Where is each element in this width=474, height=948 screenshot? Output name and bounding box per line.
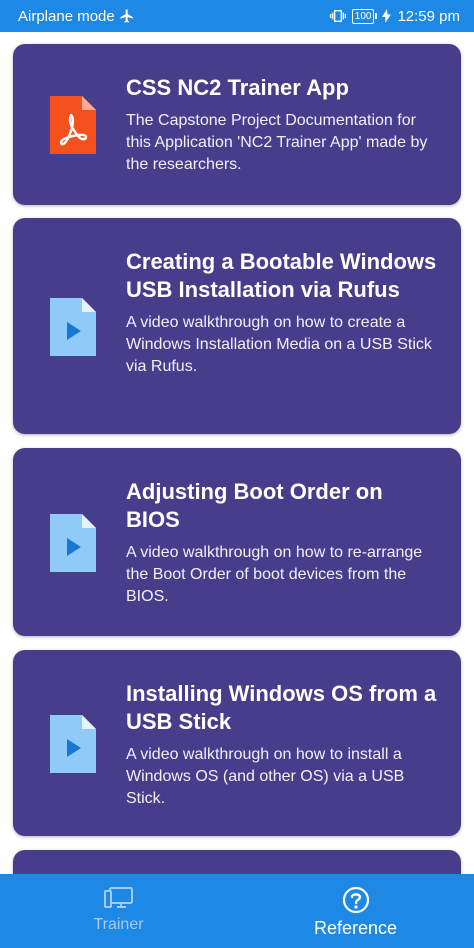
charging-bolt-icon <box>382 9 392 23</box>
card-title: Adjusting Boot Order on BIOS <box>126 479 383 532</box>
status-left: Airplane mode <box>18 8 135 25</box>
bottom-navigation: Trainer Reference <box>0 874 474 948</box>
computer-icon <box>103 887 133 908</box>
reference-card-rufus[interactable]: Creating a Bootable Windows USB Installa… <box>13 218 461 434</box>
pdf-file-icon <box>50 96 96 154</box>
help-icon <box>342 886 369 914</box>
card-description: A video walkthrough on how to re-arrange… <box>126 544 423 605</box>
status-bar: Airplane mode 100 12:59 pm <box>0 0 474 32</box>
reference-card-boot-order[interactable]: Adjusting Boot Order on BIOS A video wal… <box>13 448 461 636</box>
nav-tab-trainer[interactable]: Trainer <box>0 874 237 948</box>
card-title: Creating a Bootable Windows USB Installa… <box>126 249 437 302</box>
battery-indicator: 100 <box>351 8 378 24</box>
card-title: CSS NC2 Trainer App <box>126 75 349 100</box>
nav-label-trainer: Trainer <box>93 916 144 933</box>
reference-list[interactable]: CSS NC2 Trainer App The Capstone Project… <box>0 32 474 874</box>
airplane-mode-label: Airplane mode <box>18 7 115 25</box>
nav-tab-reference[interactable]: Reference <box>237 874 474 948</box>
airplane-icon <box>120 9 133 23</box>
card-text: CSS NC2 Trainer App The Capstone Project… <box>126 74 441 176</box>
reference-card-documentation[interactable]: CSS NC2 Trainer App The Capstone Project… <box>13 44 461 205</box>
card-text: Adjusting Boot Order on BIOS A video wal… <box>126 478 441 608</box>
card-text: Creating a Bootable Windows USB Installa… <box>126 248 441 378</box>
video-file-icon <box>50 298 96 356</box>
status-right: 100 12:59 pm <box>329 7 460 25</box>
clock: 12:59 pm <box>397 7 460 25</box>
vibrate-icon <box>329 10 346 22</box>
reference-card-partial[interactable] <box>13 850 461 874</box>
card-description: The Capstone Project Documentation for t… <box>126 112 428 173</box>
nav-label-reference: Reference <box>313 918 398 938</box>
video-file-icon <box>50 514 96 572</box>
card-title: Installing Windows OS from a USB Stick <box>126 681 437 734</box>
reference-card-install-windows[interactable]: Installing Windows OS from a USB Stick A… <box>13 650 461 836</box>
video-file-icon <box>50 715 96 773</box>
card-description: A video walkthrough on how to create a W… <box>126 314 432 375</box>
card-text: Installing Windows OS from a USB Stick A… <box>126 680 441 810</box>
card-description: A video walkthrough on how to install a … <box>126 746 405 807</box>
